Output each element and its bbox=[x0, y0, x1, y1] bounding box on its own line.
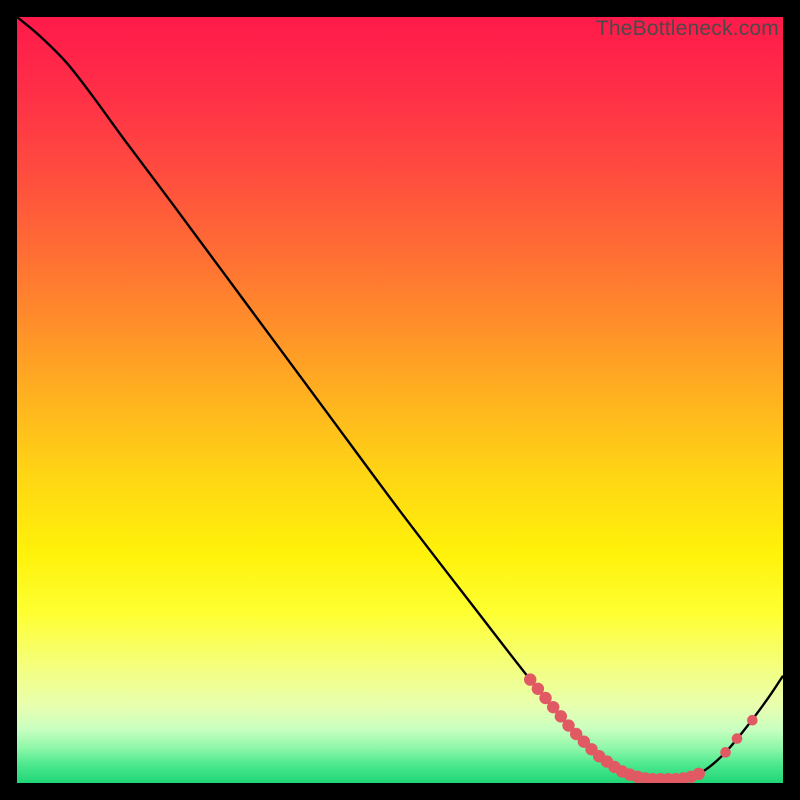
watermark-text: TheBottleneck.com bbox=[596, 17, 779, 41]
chart-frame: TheBottleneck.com bbox=[17, 17, 783, 783]
curve-marker bbox=[720, 747, 731, 758]
curve-marker bbox=[693, 768, 705, 780]
chart-svg bbox=[17, 17, 783, 783]
curve-marker bbox=[747, 715, 758, 726]
chart-background bbox=[17, 17, 783, 783]
curve-marker bbox=[732, 733, 743, 744]
